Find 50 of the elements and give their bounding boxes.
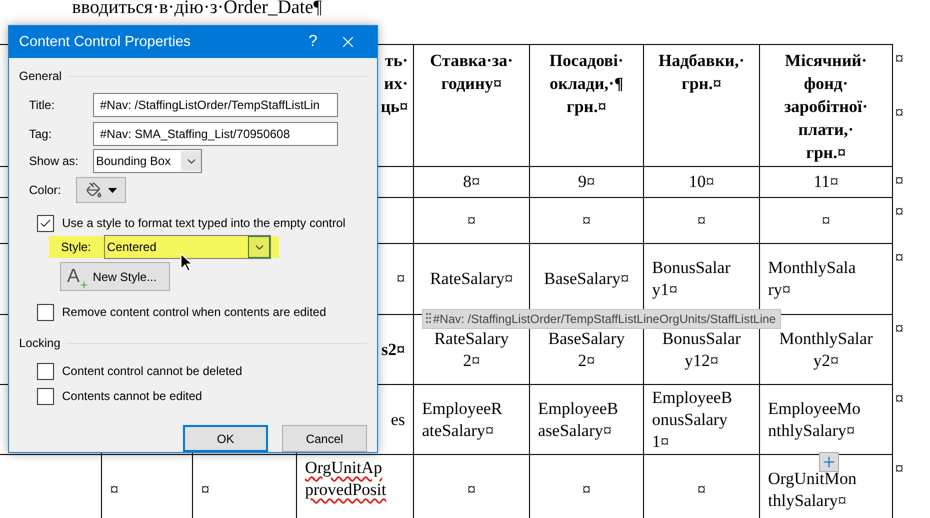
table-cell: ¤ <box>530 197 644 243</box>
style-label: Style: <box>61 240 92 254</box>
row-end-mark: ¤ <box>895 318 904 340</box>
field-label: Tag: <box>29 127 53 141</box>
new-style-button[interactable]: A New Style... <box>60 262 170 291</box>
dialog-title: Content Control Properties <box>19 34 192 50</box>
dialog-button[interactable]: Cancel <box>282 425 367 452</box>
text-field[interactable]: #Nav: SMA_Staffing_List/70950608 <box>93 122 338 146</box>
row-end-mark: ¤ <box>895 170 904 192</box>
row-end-mark: ¤ <box>895 201 904 223</box>
table-cell: ¤ <box>760 197 893 243</box>
header-cell: Посадові· оклади,·¶ грн.¤ <box>530 44 644 166</box>
table-cell: ¤ <box>644 454 760 518</box>
table-cell: EmployeeR ateSalary¤ <box>414 384 530 454</box>
field-label: Title: <box>29 98 56 112</box>
checkbox-label: Use a style to format text typed into the empty control <box>62 216 346 230</box>
table-cell: ¤ <box>193 454 297 518</box>
header-cell: Місячний· фонд· заробітної· плати,· грн.¤ <box>760 44 893 166</box>
text-field[interactable]: #Nav: /StaffingListOrder/TempStaffListLin <box>93 93 338 117</box>
table-cell: 11¤ <box>760 166 893 197</box>
table-cell: 10¤ <box>644 166 760 197</box>
field-label: Color: <box>29 183 62 197</box>
table-cell: ¤ <box>414 454 530 518</box>
field-label: Show as: <box>29 154 80 168</box>
dialog-button[interactable]: OK <box>183 425 268 452</box>
header-cell: Надбавки,· грн.¤ <box>644 44 760 166</box>
show-as-select[interactable]: Bounding Box <box>93 149 202 173</box>
row-end-mark: ¤ <box>895 102 904 124</box>
table-cell: ¤ <box>530 454 644 518</box>
table-cell: ¤ <box>414 197 530 243</box>
row-end-mark: ¤ <box>895 458 904 480</box>
table-cell: EmployeeB onusSalary 1¤ <box>644 384 760 454</box>
table-cell: EmployeeB aseSalary¤ <box>530 384 644 454</box>
table-cell: ¤ <box>644 197 760 243</box>
table-cell: OrgUnitAp provedPosit <box>297 454 414 518</box>
checkbox-label: Content control cannot be deleted <box>62 364 242 378</box>
row-end-mark: ¤ <box>895 247 904 269</box>
table-cell: ¤ <box>102 454 193 518</box>
checkbox-label: Contents cannot be edited <box>62 389 202 403</box>
section-label: Locking <box>19 336 60 350</box>
document-heading: вводиться·в·дію·з·Order_Date¶ <box>72 0 323 20</box>
style-icon-letter: A <box>67 266 80 286</box>
style-select[interactable]: Centered <box>104 235 272 259</box>
row-end-mark: ¤ <box>895 388 904 410</box>
content-control-tag[interactable]: #Nav: /StaffingListOrder/TempStaffListLineOrgUnits/StaffListLine <box>422 309 781 329</box>
table-cell: 8¤ <box>414 166 530 197</box>
table-cell: 9¤ <box>530 166 644 197</box>
row-end-mark: ¤ <box>895 48 904 70</box>
header-cell: Ставка·за· годину¤ <box>414 44 530 166</box>
section-label: General <box>19 69 62 83</box>
